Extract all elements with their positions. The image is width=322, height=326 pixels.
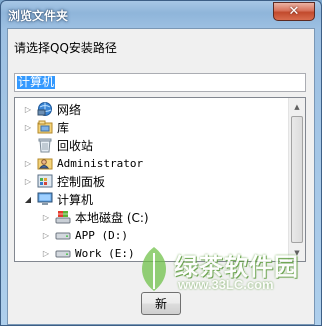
tree-item-computer[interactable]: ◢ 计算机 — [23, 190, 93, 208]
leaf-logo-icon — [142, 247, 166, 291]
drive-icon — [55, 227, 71, 243]
tree-item-control-panel[interactable]: ▷ 控制面板 — [23, 172, 105, 190]
tree-item-network[interactable]: ▷ 网络 — [23, 100, 81, 118]
tree-item-administrator[interactable]: ▷ Administrator — [23, 154, 143, 172]
tree-item-label: Administrator — [57, 156, 144, 170]
computer-icon — [37, 191, 53, 207]
collapse-arrow-icon[interactable]: ◢ — [23, 194, 33, 204]
folder-tree[interactable]: ▷ 网络 ▷ 库 回收站 ▷ Administrator ▷ 控制面板 ◢ 计算… — [14, 97, 306, 262]
install-path-prompt: 请选择QQ安装路径 — [14, 41, 117, 55]
close-icon: ✕ — [288, 4, 300, 19]
window-title: 浏览文件夹 — [8, 9, 69, 23]
expand-arrow-icon[interactable]: ▷ — [41, 248, 51, 258]
expand-arrow-icon[interactable]: ▷ — [41, 212, 51, 222]
expand-arrow-icon[interactable]: ▷ — [23, 104, 33, 114]
library-icon — [37, 119, 53, 135]
make-new-folder-label: 新 — [154, 297, 167, 311]
expand-arrow-icon[interactable]: ▷ — [23, 176, 33, 186]
expand-arrow-icon[interactable]: ▷ — [23, 122, 33, 132]
watermark-url: www.33LC.com — [178, 277, 274, 292]
tree-item-label: 计算机 — [57, 192, 94, 207]
scroll-thumb[interactable] — [291, 116, 303, 243]
folder-path-value: 计算机 — [17, 75, 56, 89]
tree-item-drive-c[interactable]: ▷ 本地磁盘 (C:) — [41, 208, 149, 226]
browse-folder-window: 浏览文件夹 ✕ 请选择QQ安装路径 计算机 ▷ 网络 ▷ 库 回收站 ▷ Adm… — [0, 0, 322, 326]
tree-item-label: 网络 — [57, 102, 82, 117]
tree-item-label: 本地磁盘 (C:) — [75, 210, 149, 225]
tree-item-label: 控制面板 — [57, 174, 106, 189]
tree-item-drive-d[interactable]: ▷ APP (D:) — [41, 226, 128, 244]
tree-item-drive-e[interactable]: ▷ Work (E:) — [41, 244, 135, 261]
tree-item-label: Work (E:) — [75, 246, 135, 260]
network-icon — [37, 101, 53, 117]
system-drive-icon — [55, 209, 71, 225]
tree-item-library[interactable]: ▷ 库 — [23, 118, 69, 136]
recycle-bin-icon — [37, 137, 53, 153]
no-expander — [23, 140, 33, 150]
tree-item-label: 回收站 — [57, 138, 94, 153]
drive-icon — [55, 245, 71, 261]
expand-arrow-icon[interactable]: ▷ — [23, 158, 33, 168]
tree-vertical-scrollbar[interactable]: ▲ ▼ — [288, 98, 305, 261]
watermark-logo: 绿茶软件园 www.33LC.com — [134, 245, 309, 297]
tree-item-label: APP (D:) — [75, 228, 128, 242]
scroll-up-icon[interactable]: ▲ — [289, 98, 305, 115]
tree-item-recycle-bin[interactable]: 回收站 — [23, 136, 93, 154]
user-folder-icon — [37, 155, 53, 171]
control-panel-icon — [37, 173, 53, 189]
folder-path-input[interactable]: 计算机 — [14, 73, 306, 92]
expand-arrow-icon[interactable]: ▷ — [41, 230, 51, 240]
close-button[interactable]: ✕ — [273, 2, 315, 21]
tree-item-label: 库 — [57, 120, 70, 135]
